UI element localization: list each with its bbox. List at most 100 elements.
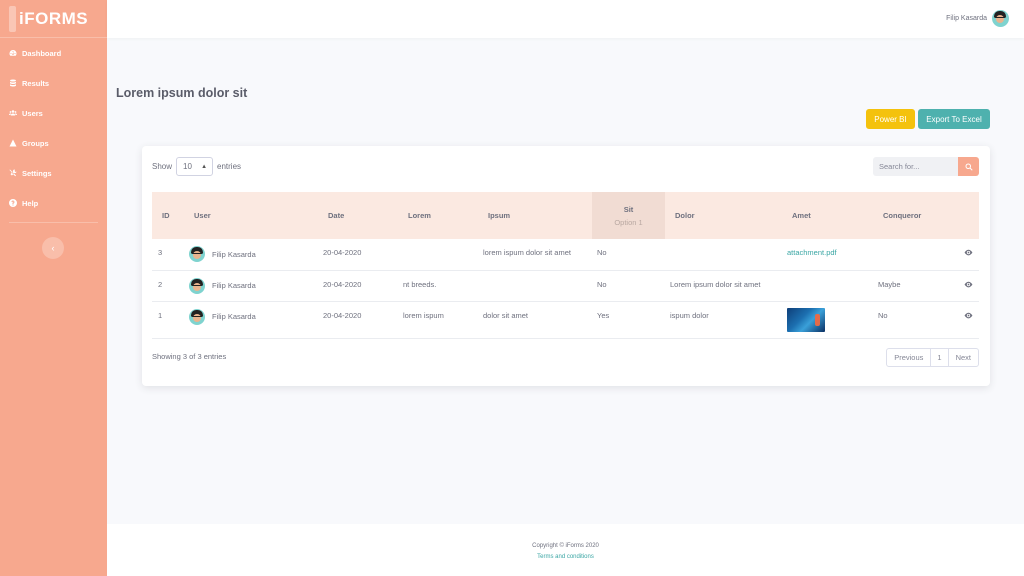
cell-dolor: ispum dolor: [670, 310, 709, 320]
sidebar-item-label: Settings: [22, 168, 52, 178]
user-name: Filip Kasarda: [946, 15, 987, 22]
column-header-actions: [947, 192, 979, 239]
sidebar-item-label: Users: [22, 108, 43, 118]
column-header-conqueror[interactable]: Conqueror: [873, 192, 947, 239]
sidebar-item-label: Groups: [22, 138, 49, 148]
dashboard-icon: [8, 49, 17, 58]
cell-amet: [782, 270, 873, 301]
cell-id: 2: [158, 279, 163, 289]
sidebar-divider: [9, 222, 98, 223]
search-button[interactable]: [958, 157, 979, 176]
table-row: 2 Filip Kasarda 20-04-2020 nt breeds. No…: [152, 270, 979, 301]
sidebar-item-users[interactable]: Users: [0, 98, 107, 128]
cell-user-name: Filip Kasarda: [212, 281, 256, 290]
column-header-date[interactable]: Date: [318, 192, 398, 239]
cell-conqueror: Maybe: [878, 279, 901, 289]
user-menu[interactable]: Filip Kasarda: [946, 10, 1009, 27]
copyright-text: Copyright © iForms 2020: [532, 543, 599, 549]
column-header-user[interactable]: User: [184, 192, 318, 239]
table-row: 1 Filip Kasarda 20-04-2020 lorem ispum d…: [152, 301, 979, 338]
cell-id: 3: [158, 248, 163, 257]
sidebar-item-results[interactable]: Results: [0, 68, 107, 98]
avatar: [189, 277, 205, 294]
column-header-ipsum[interactable]: Ipsum: [478, 192, 592, 239]
show-label: Show: [152, 162, 173, 171]
search-box: [873, 157, 979, 176]
cell-date: 20-04-2020: [323, 310, 362, 320]
topbar: Filip Kasarda: [107, 0, 1024, 38]
cell-user-name: Filip Kasarda: [212, 249, 256, 259]
cell-sit: No: [597, 279, 607, 289]
sidebar-item-label: Dashboard: [22, 48, 62, 58]
cell-user: Filip Kasarda: [184, 301, 318, 338]
image-thumbnail[interactable]: [787, 307, 825, 332]
users-icon: [8, 109, 17, 118]
page-number-button[interactable]: 1: [930, 349, 949, 366]
entries-label: entries: [217, 162, 242, 171]
eye-icon[interactable]: [964, 249, 973, 259]
sidebar-item-help[interactable]: Help: [0, 188, 107, 218]
search-icon: [965, 163, 973, 171]
column-header-sit-option: Option 1: [614, 217, 643, 227]
table-header-row: ID User Date Lorem Ipsum Sit Option 1 Do…: [152, 192, 979, 239]
cell-actions: [947, 239, 979, 270]
sidebar-item-groups[interactable]: Groups: [0, 128, 107, 158]
cell-sit: Yes: [597, 310, 610, 320]
entries-select[interactable]: 10 ▲︎: [176, 157, 214, 176]
attachment-link[interactable]: attachment.pdf: [787, 248, 837, 257]
export-excel-button[interactable]: Export To Excel: [918, 109, 990, 129]
sidebar-item-dashboard[interactable]: Dashboard: [0, 38, 107, 68]
cell-dolor: [665, 239, 782, 270]
select-arrows-icon: ▲︎: [201, 163, 208, 170]
table-row: 3 Filip Kasarda 20-04-2020 lorem ispum d…: [152, 239, 979, 270]
database-icon: [8, 79, 17, 88]
cell-actions: [947, 301, 979, 338]
pagination: Previous 1 Next: [886, 348, 979, 367]
cell-user-name: Filip Kasarda: [212, 312, 256, 321]
sidebar-item-label: Results: [22, 78, 50, 88]
next-button[interactable]: Next: [949, 349, 978, 366]
avatar: [189, 308, 205, 325]
cell-lorem: [398, 239, 478, 270]
column-header-sit-label: Sit: [623, 204, 634, 214]
sidebar-toggle-button[interactable]: ‹: [42, 237, 64, 259]
cell-user: Filip Kasarda: [184, 270, 318, 301]
cell-dolor: Lorem ipsum dolor sit amet: [670, 279, 761, 289]
help-icon: [8, 199, 17, 208]
power-bi-button[interactable]: Power BI: [866, 109, 915, 129]
page-title: Lorem ipsum dolor sit: [116, 86, 248, 100]
cell-amet: attachment.pdf: [782, 239, 873, 270]
entries-value: 10: [183, 162, 192, 171]
cell-lorem: nt breeds.: [403, 279, 437, 289]
sidebar-item-settings[interactable]: Settings: [0, 158, 107, 188]
results-table: ID User Date Lorem Ipsum Sit Option 1 Do…: [152, 192, 979, 339]
brand[interactable]: iFORMS: [0, 0, 107, 38]
eye-icon[interactable]: [964, 281, 973, 291]
eye-icon[interactable]: [964, 312, 973, 322]
column-header-sit[interactable]: Sit Option 1: [592, 192, 665, 239]
search-input[interactable]: [873, 157, 958, 176]
cell-user: Filip Kasarda: [184, 239, 318, 270]
avatar: [189, 246, 205, 262]
cell-lorem: lorem ispum: [403, 310, 444, 320]
cell-id: 1: [158, 310, 163, 320]
cell-actions: [947, 270, 979, 301]
tools-icon: [8, 169, 17, 178]
sidebar-item-label: Help: [22, 198, 39, 208]
previous-button[interactable]: Previous: [887, 349, 930, 366]
table-info: Showing 3 of 3 entries: [152, 352, 227, 361]
brand-name: iFORMS: [19, 8, 89, 28]
terms-link[interactable]: Terms and conditions: [537, 554, 594, 560]
cell-ipsum: dolor sit amet: [483, 310, 529, 320]
cell-amet: [782, 301, 873, 338]
entries-length-control: Show 10 ▲︎ entries: [152, 157, 241, 176]
column-header-amet[interactable]: Amet: [782, 192, 873, 239]
column-header-lorem[interactable]: Lorem: [398, 192, 478, 239]
cell-date: 20-04-2020: [323, 279, 362, 289]
chevron-left-icon: ‹: [51, 243, 55, 253]
cell-ipsum: lorem ispum dolor sit amet: [483, 248, 571, 257]
cell-ipsum: [478, 270, 592, 301]
site-footer: Copyright © iForms 2020 Terms and condit…: [107, 524, 1024, 576]
column-header-id[interactable]: ID: [152, 192, 184, 239]
column-header-dolor[interactable]: Dolor: [665, 192, 782, 239]
